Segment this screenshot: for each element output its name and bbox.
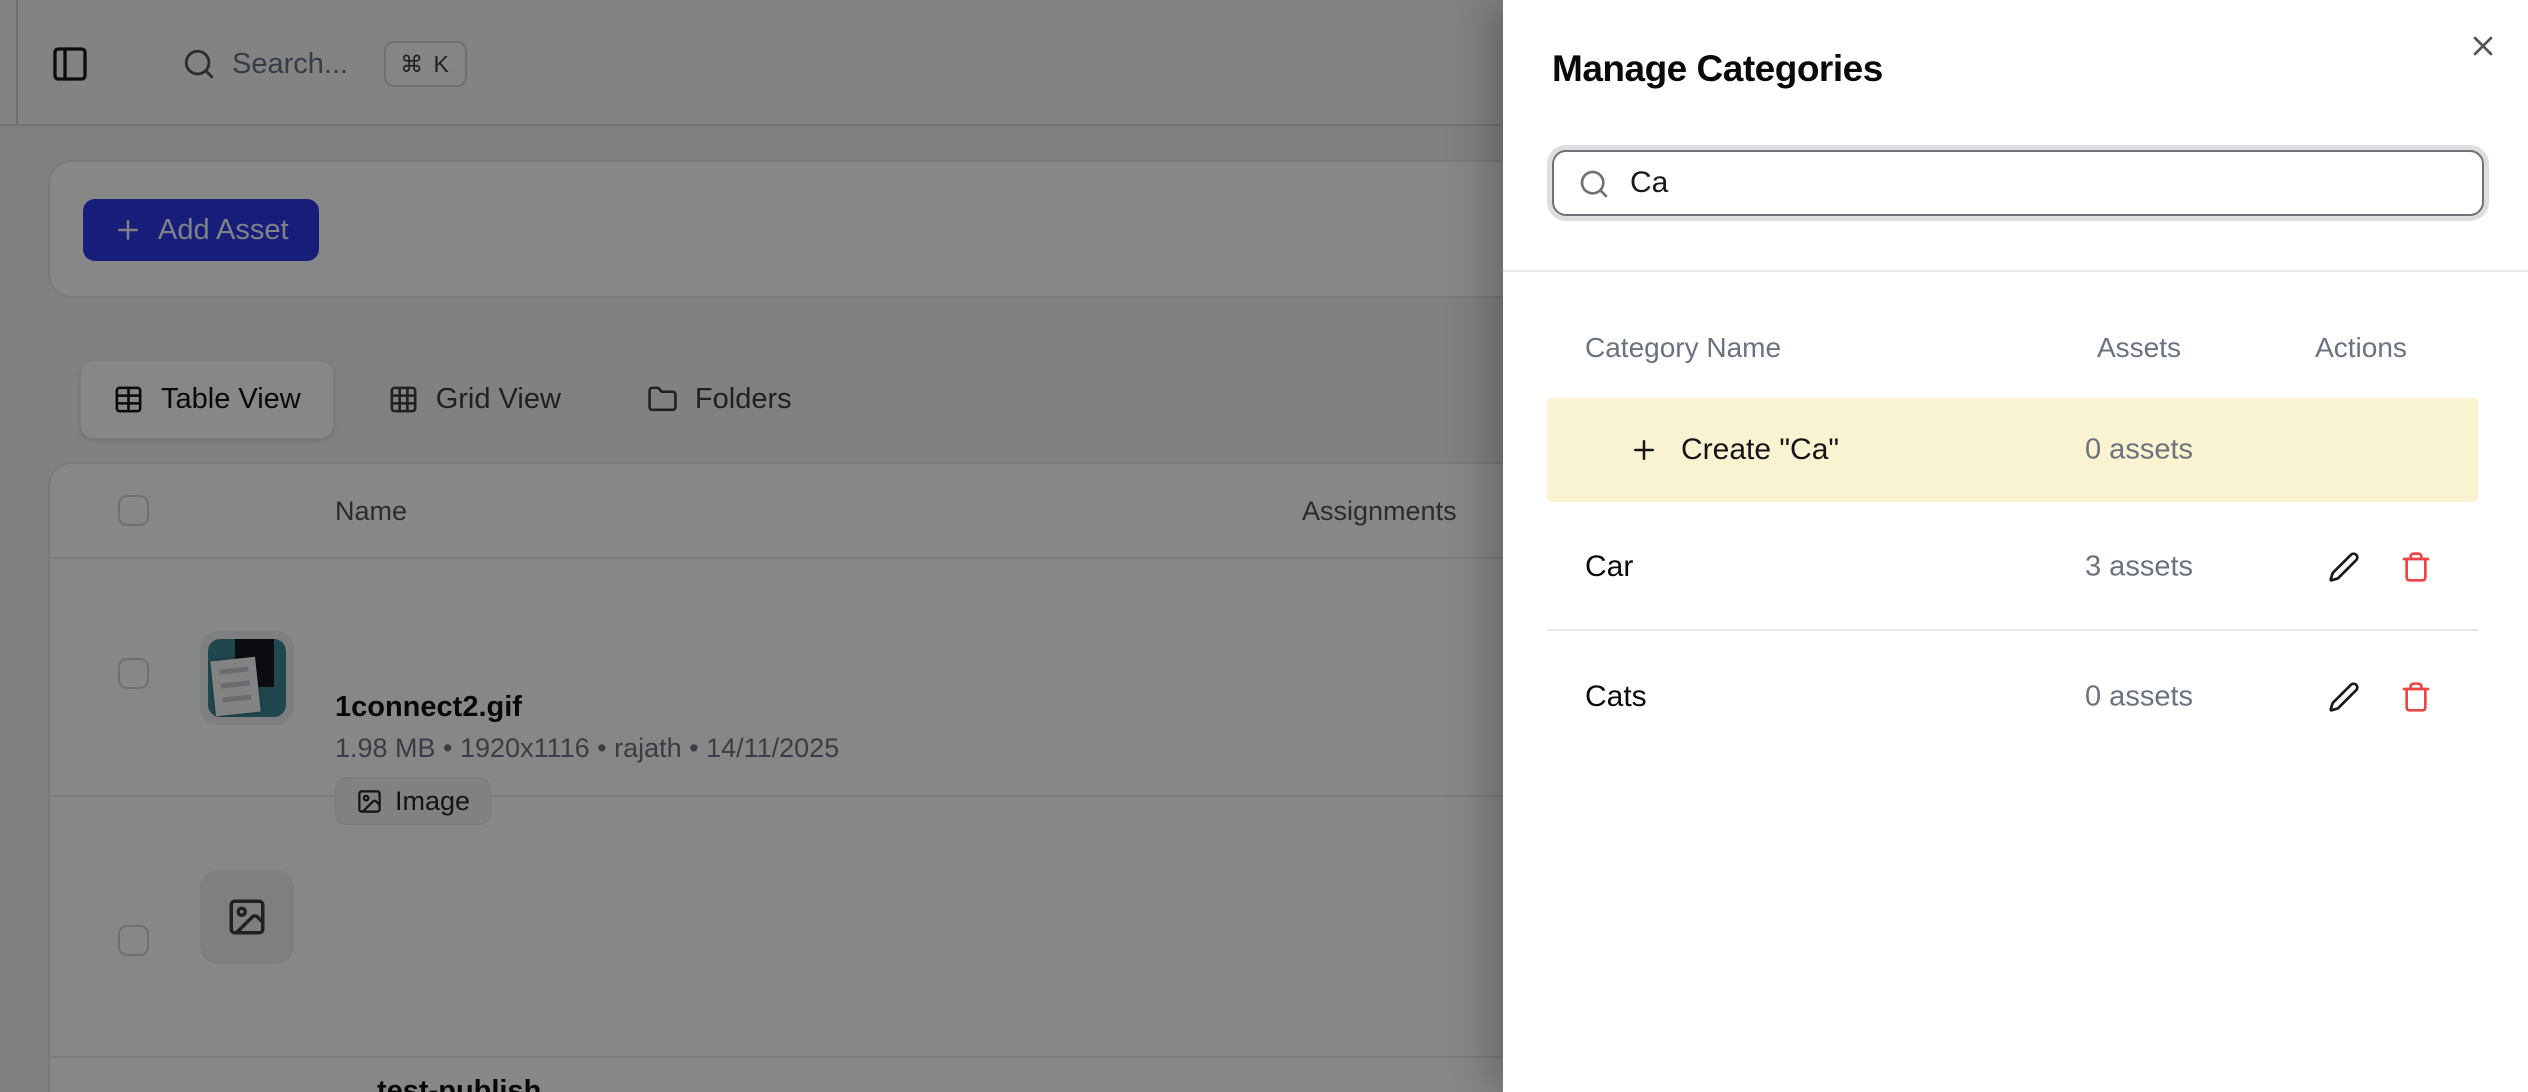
close-icon xyxy=(2467,30,2499,62)
app-root: Search... ⌘ K Add Asset Table View xyxy=(0,0,2528,1092)
modal-divider xyxy=(1503,270,2528,272)
assets-count: 0 assets xyxy=(2024,434,2254,467)
category-row[interactable]: Cats 0 assets xyxy=(1547,631,2478,763)
assets-count: 3 assets xyxy=(2024,550,2254,583)
assets-count: 0 assets xyxy=(2024,681,2254,714)
pencil-icon xyxy=(2328,681,2360,713)
close-button[interactable] xyxy=(2457,20,2509,72)
category-name: Cats xyxy=(1585,680,1647,714)
edit-category-button[interactable] xyxy=(2318,541,2370,593)
category-table-header: Category Name Assets Actions xyxy=(1503,332,2528,368)
column-header-category-name: Category Name xyxy=(1585,332,1781,364)
pencil-icon xyxy=(2328,551,2360,583)
modal-title: Manage Categories xyxy=(1552,48,1883,90)
column-header-assets: Assets xyxy=(2024,332,2254,364)
edit-category-button[interactable] xyxy=(2318,671,2370,723)
delete-category-button[interactable] xyxy=(2390,541,2442,593)
create-category-label: Create "Ca" xyxy=(1681,433,1839,467)
create-category-row[interactable]: Create "Ca" 0 assets xyxy=(1547,398,2478,502)
trash-icon xyxy=(2400,681,2432,713)
category-row[interactable]: Car 3 assets xyxy=(1547,502,2478,631)
delete-category-button[interactable] xyxy=(2390,671,2442,723)
category-search xyxy=(1552,150,2484,216)
manage-categories-modal: Manage Categories Category Name Assets A… xyxy=(1503,0,2528,1092)
category-name: Car xyxy=(1585,550,1633,584)
trash-icon xyxy=(2400,551,2432,583)
category-search-input[interactable] xyxy=(1552,150,2484,216)
plus-icon xyxy=(1629,435,1659,465)
column-header-actions: Actions xyxy=(2276,332,2446,364)
